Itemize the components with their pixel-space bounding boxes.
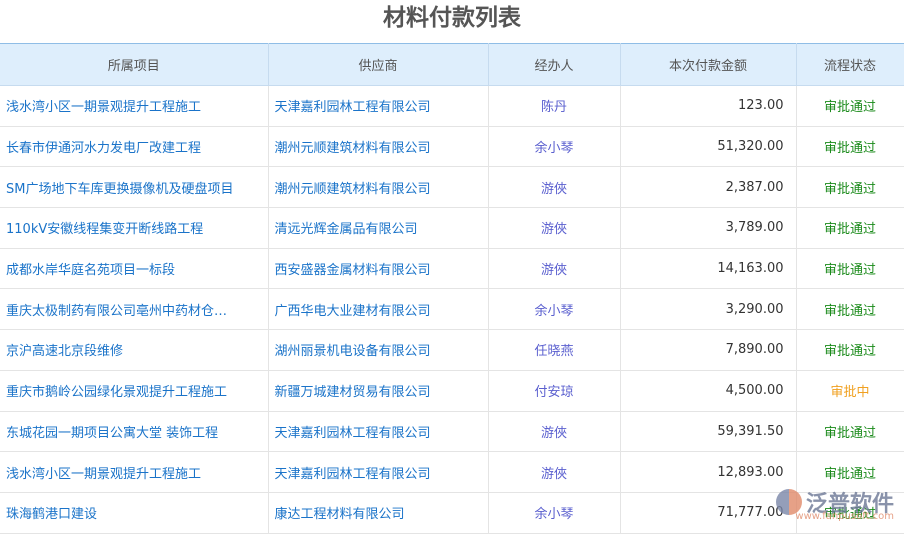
handler-cell: 游俠: [488, 166, 621, 209]
table-row[interactable]: 长春市伊通河水力发电厂改建工程 潮州元顺建筑材料有限公司 余小琴 51,320.00 审…: [0, 126, 904, 168]
status-cell: 审批通过: [796, 166, 904, 209]
table-row[interactable]: 重庆太极制药有限公司亳州中药材仓… 广西华电大业建材有限公司 余小琴 3,290.00…: [0, 288, 904, 331]
page-title: 材料付款列表: [383, 5, 521, 31]
handler-cell: 陈丹: [488, 85, 621, 127]
header-amount[interactable]: 本次付款金额: [620, 43, 797, 86]
watermark-url: www.fanpusoft.com: [795, 511, 894, 522]
amount-cell: 59,391.50: [620, 411, 797, 453]
project-link[interactable]: 京沪高速北京段维修: [0, 329, 269, 371]
amount-cell: 123.00: [620, 85, 797, 127]
status-cell: 审批通过: [796, 329, 904, 371]
supplier-link[interactable]: 潮州元顺建筑材料有限公司: [268, 166, 489, 209]
supplier-link[interactable]: 新疆万城建材贸易有限公司: [268, 370, 489, 412]
header-handler[interactable]: 经办人: [488, 43, 621, 86]
amount-cell: 4,500.00: [620, 370, 797, 412]
header-status[interactable]: 流程状态: [796, 43, 904, 86]
project-link[interactable]: 珠海鹤港口建设: [0, 492, 269, 534]
amount-cell: 3,290.00: [620, 288, 797, 331]
handler-cell: 余小琴: [488, 126, 621, 168]
amount-cell: 3,789.00: [620, 207, 797, 249]
status-cell: 审批通过: [796, 288, 904, 331]
header-project[interactable]: 所属项目: [0, 43, 269, 86]
status-cell: 审批通过: [796, 411, 904, 453]
supplier-link[interactable]: 天津嘉利园林工程有限公司: [268, 85, 489, 127]
table-row[interactable]: 东城花园一期项目公寓大堂 装饰工程 天津嘉利园林工程有限公司 游俠 59,391.50…: [0, 411, 904, 453]
amount-cell: 14,163.00: [620, 248, 797, 290]
project-link[interactable]: 成都水岸华庭名苑项目一标段: [0, 248, 269, 290]
status-cell: 审批通过: [796, 85, 904, 127]
status-cell: 审批中: [796, 370, 904, 412]
supplier-link[interactable]: 天津嘉利园林工程有限公司: [268, 451, 489, 493]
header-supplier[interactable]: 供应商: [268, 43, 489, 86]
project-link[interactable]: 浅水湾小区一期景观提升工程施工: [0, 85, 269, 127]
supplier-link[interactable]: 湖州丽景机电设备有限公司: [268, 329, 489, 371]
handler-cell: 游俠: [488, 207, 621, 249]
table-row[interactable]: 浅水湾小区一期景观提升工程施工 天津嘉利园林工程有限公司 陈丹 123.00 审批通过: [0, 85, 904, 127]
project-link[interactable]: 重庆太极制药有限公司亳州中药材仓…: [0, 288, 269, 331]
supplier-link[interactable]: 清远光辉金属品有限公司: [268, 207, 489, 249]
handler-cell: 游俠: [488, 411, 621, 453]
supplier-link[interactable]: 潮州元顺建筑材料有限公司: [268, 126, 489, 168]
project-link[interactable]: 110kV安徽线程集变开断线路工程: [0, 207, 269, 249]
table-row[interactable]: 浅水湾小区一期景观提升工程施工 天津嘉利园林工程有限公司 游俠 12,893.00 审批…: [0, 451, 904, 493]
status-cell: 审批通过: [796, 248, 904, 290]
amount-cell: 12,893.00: [620, 451, 797, 493]
handler-cell: 付安琼: [488, 370, 621, 412]
handler-cell: 游俠: [488, 451, 621, 493]
project-link[interactable]: SM广场地下车库更换摄像机及硬盘项目: [0, 166, 269, 209]
project-link[interactable]: 长春市伊通河水力发电厂改建工程: [0, 126, 269, 168]
table-row[interactable]: 京沪高速北京段维修 湖州丽景机电设备有限公司 任晓燕 7,890.00 审批通过: [0, 329, 904, 371]
amount-cell: 51,320.00: [620, 126, 797, 168]
table-row[interactable]: SM广场地下车库更换摄像机及硬盘项目 潮州元顺建筑材料有限公司 游俠 2,387.00…: [0, 166, 904, 209]
project-link[interactable]: 重庆市鹅岭公园绿化景观提升工程施工: [0, 370, 269, 412]
table-row[interactable]: 重庆市鹅岭公园绿化景观提升工程施工 新疆万城建材贸易有限公司 付安琼 4,500.00…: [0, 370, 904, 412]
table-row[interactable]: 110kV安徽线程集变开断线路工程 清远光辉金属品有限公司 游俠 3,789.00 审批…: [0, 207, 904, 249]
handler-cell: 游俠: [488, 248, 621, 290]
status-cell: 审批通过: [796, 126, 904, 168]
amount-cell: 7,890.00: [620, 329, 797, 371]
amount-cell: 2,387.00: [620, 166, 797, 209]
supplier-link[interactable]: 康达工程材料有限公司: [268, 492, 489, 534]
table-row[interactable]: 成都水岸华庭名苑项目一标段 西安盛器金属材料有限公司 游俠 14,163.00 审批通过: [0, 248, 904, 290]
watermark: 泛普软件 www.fanpusoft.com: [775, 486, 894, 522]
handler-cell: 任晓燕: [488, 329, 621, 371]
status-cell: 审批通过: [796, 207, 904, 249]
supplier-link[interactable]: 西安盛器金属材料有限公司: [268, 248, 489, 290]
project-link[interactable]: 东城花园一期项目公寓大堂 装饰工程: [0, 411, 269, 453]
handler-cell: 余小琴: [488, 288, 621, 331]
project-link[interactable]: 浅水湾小区一期景观提升工程施工: [0, 451, 269, 493]
supplier-link[interactable]: 广西华电大业建材有限公司: [268, 288, 489, 331]
table-row[interactable]: 珠海鹤港口建设 康达工程材料有限公司 余小琴 71,777.00 审批通过: [0, 492, 904, 534]
supplier-link[interactable]: 天津嘉利园林工程有限公司: [268, 411, 489, 453]
amount-cell: 71,777.00: [620, 492, 797, 534]
handler-cell: 余小琴: [488, 492, 621, 534]
payment-table: 所属项目 供应商 经办人 本次付款金额 流程状态 浅水湾小区一期景观提升工程施工…: [0, 43, 904, 534]
